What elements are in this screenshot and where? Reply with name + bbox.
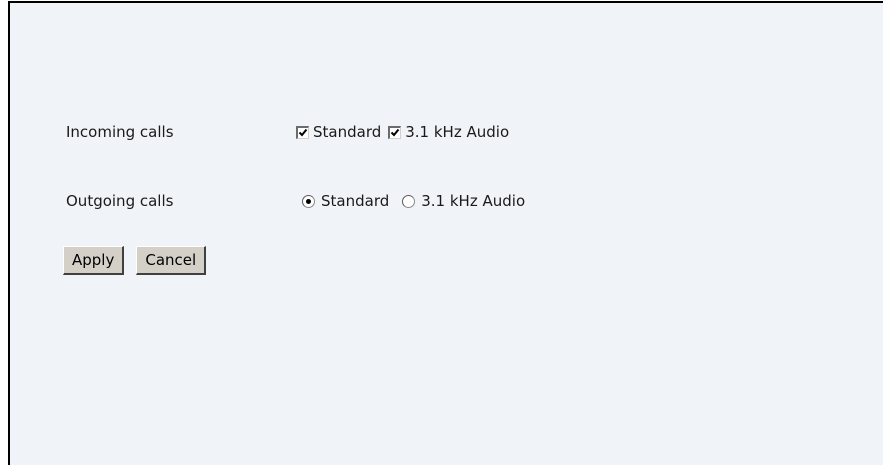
- outgoing-calls-label: Outgoing calls: [66, 192, 174, 210]
- checkmark-icon: [298, 128, 308, 136]
- radio-selected-dot: [306, 198, 311, 204]
- incoming-standard-label: Standard: [313, 123, 382, 141]
- apply-button[interactable]: Apply: [63, 246, 125, 275]
- incoming-audio-option[interactable]: 3.1 kHz Audio: [388, 123, 509, 141]
- outgoing-audio-option[interactable]: 3.1 kHz Audio: [396, 192, 525, 210]
- outgoing-standard-radio[interactable]: [302, 194, 315, 208]
- incoming-audio-checkbox[interactable]: [388, 125, 402, 139]
- outgoing-audio-radio[interactable]: [402, 194, 416, 208]
- incoming-calls-label: Incoming calls: [66, 123, 174, 141]
- outgoing-standard-option[interactable]: Standard: [296, 192, 389, 210]
- incoming-standard-checkbox[interactable]: [296, 125, 309, 139]
- incoming-audio-label: 3.1 kHz Audio: [405, 123, 510, 141]
- form-actions: Apply Cancel: [63, 246, 207, 275]
- settings-panel: Incoming calls Standard 3.1 kHz Audio Ou…: [8, 1, 883, 465]
- cancel-button[interactable]: Cancel: [136, 246, 207, 275]
- checkmark-icon: [391, 128, 400, 136]
- outgoing-audio-label: 3.1 kHz Audio: [421, 192, 526, 210]
- incoming-standard-option[interactable]: Standard: [296, 123, 381, 141]
- outgoing-calls-row: Outgoing calls Standard 3.1 kHz Audio: [66, 189, 525, 213]
- incoming-calls-row: Incoming calls Standard 3.1 kHz Audio: [66, 120, 509, 144]
- outgoing-standard-label: Standard: [321, 192, 390, 210]
